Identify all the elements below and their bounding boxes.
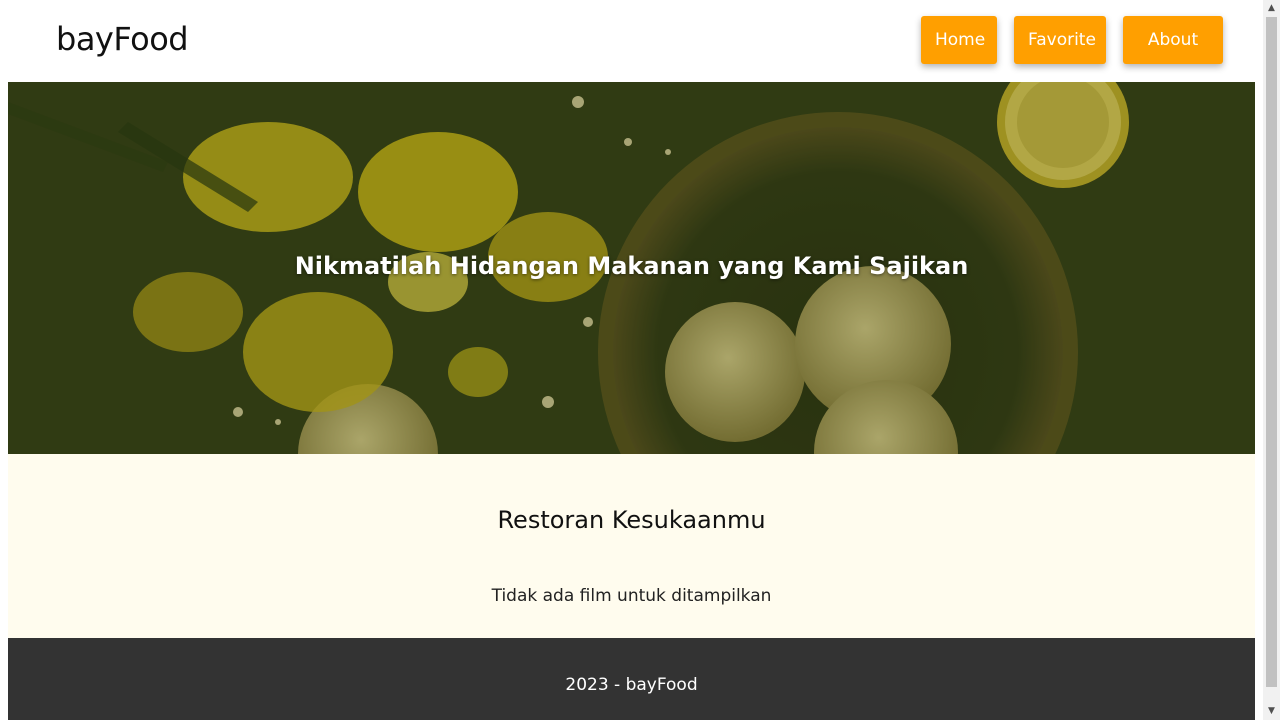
- page: bayFood Home Favorite About Us: [0, 0, 1280, 720]
- empty-state-message: Tidak ada film untuk ditampilkan: [491, 586, 772, 606]
- scroll-up-arrow-icon[interactable]: ▲: [1263, 0, 1280, 17]
- nav-favorite-button[interactable]: Favorite: [1014, 16, 1106, 64]
- main-nav: Home Favorite About Us: [921, 16, 1223, 98]
- footer-copyright: 2023 - bayFood: [565, 675, 698, 695]
- app-header: bayFood Home Favorite About Us: [0, 0, 1263, 98]
- restaurant-section: Restoran Kesukaanmu Tidak ada film untuk…: [8, 454, 1255, 638]
- nav-about-us-button[interactable]: About Us: [1123, 16, 1223, 98]
- scrollbar-thumb[interactable]: [1266, 17, 1277, 687]
- hero-title: Nikmatilah Hidangan Makanan yang Kami Sa…: [294, 252, 969, 280]
- app-footer: 2023 - bayFood: [8, 638, 1255, 720]
- vertical-scrollbar[interactable]: ▲ ▼: [1263, 0, 1280, 720]
- section-title: Restoran Kesukaanmu: [497, 506, 766, 534]
- nav-home-button[interactable]: Home: [921, 16, 997, 64]
- hero-banner: Nikmatilah Hidangan Makanan yang Kami Sa…: [8, 82, 1255, 454]
- scroll-down-arrow-icon[interactable]: ▼: [1263, 703, 1280, 720]
- brand-logo[interactable]: bayFood: [56, 20, 189, 58]
